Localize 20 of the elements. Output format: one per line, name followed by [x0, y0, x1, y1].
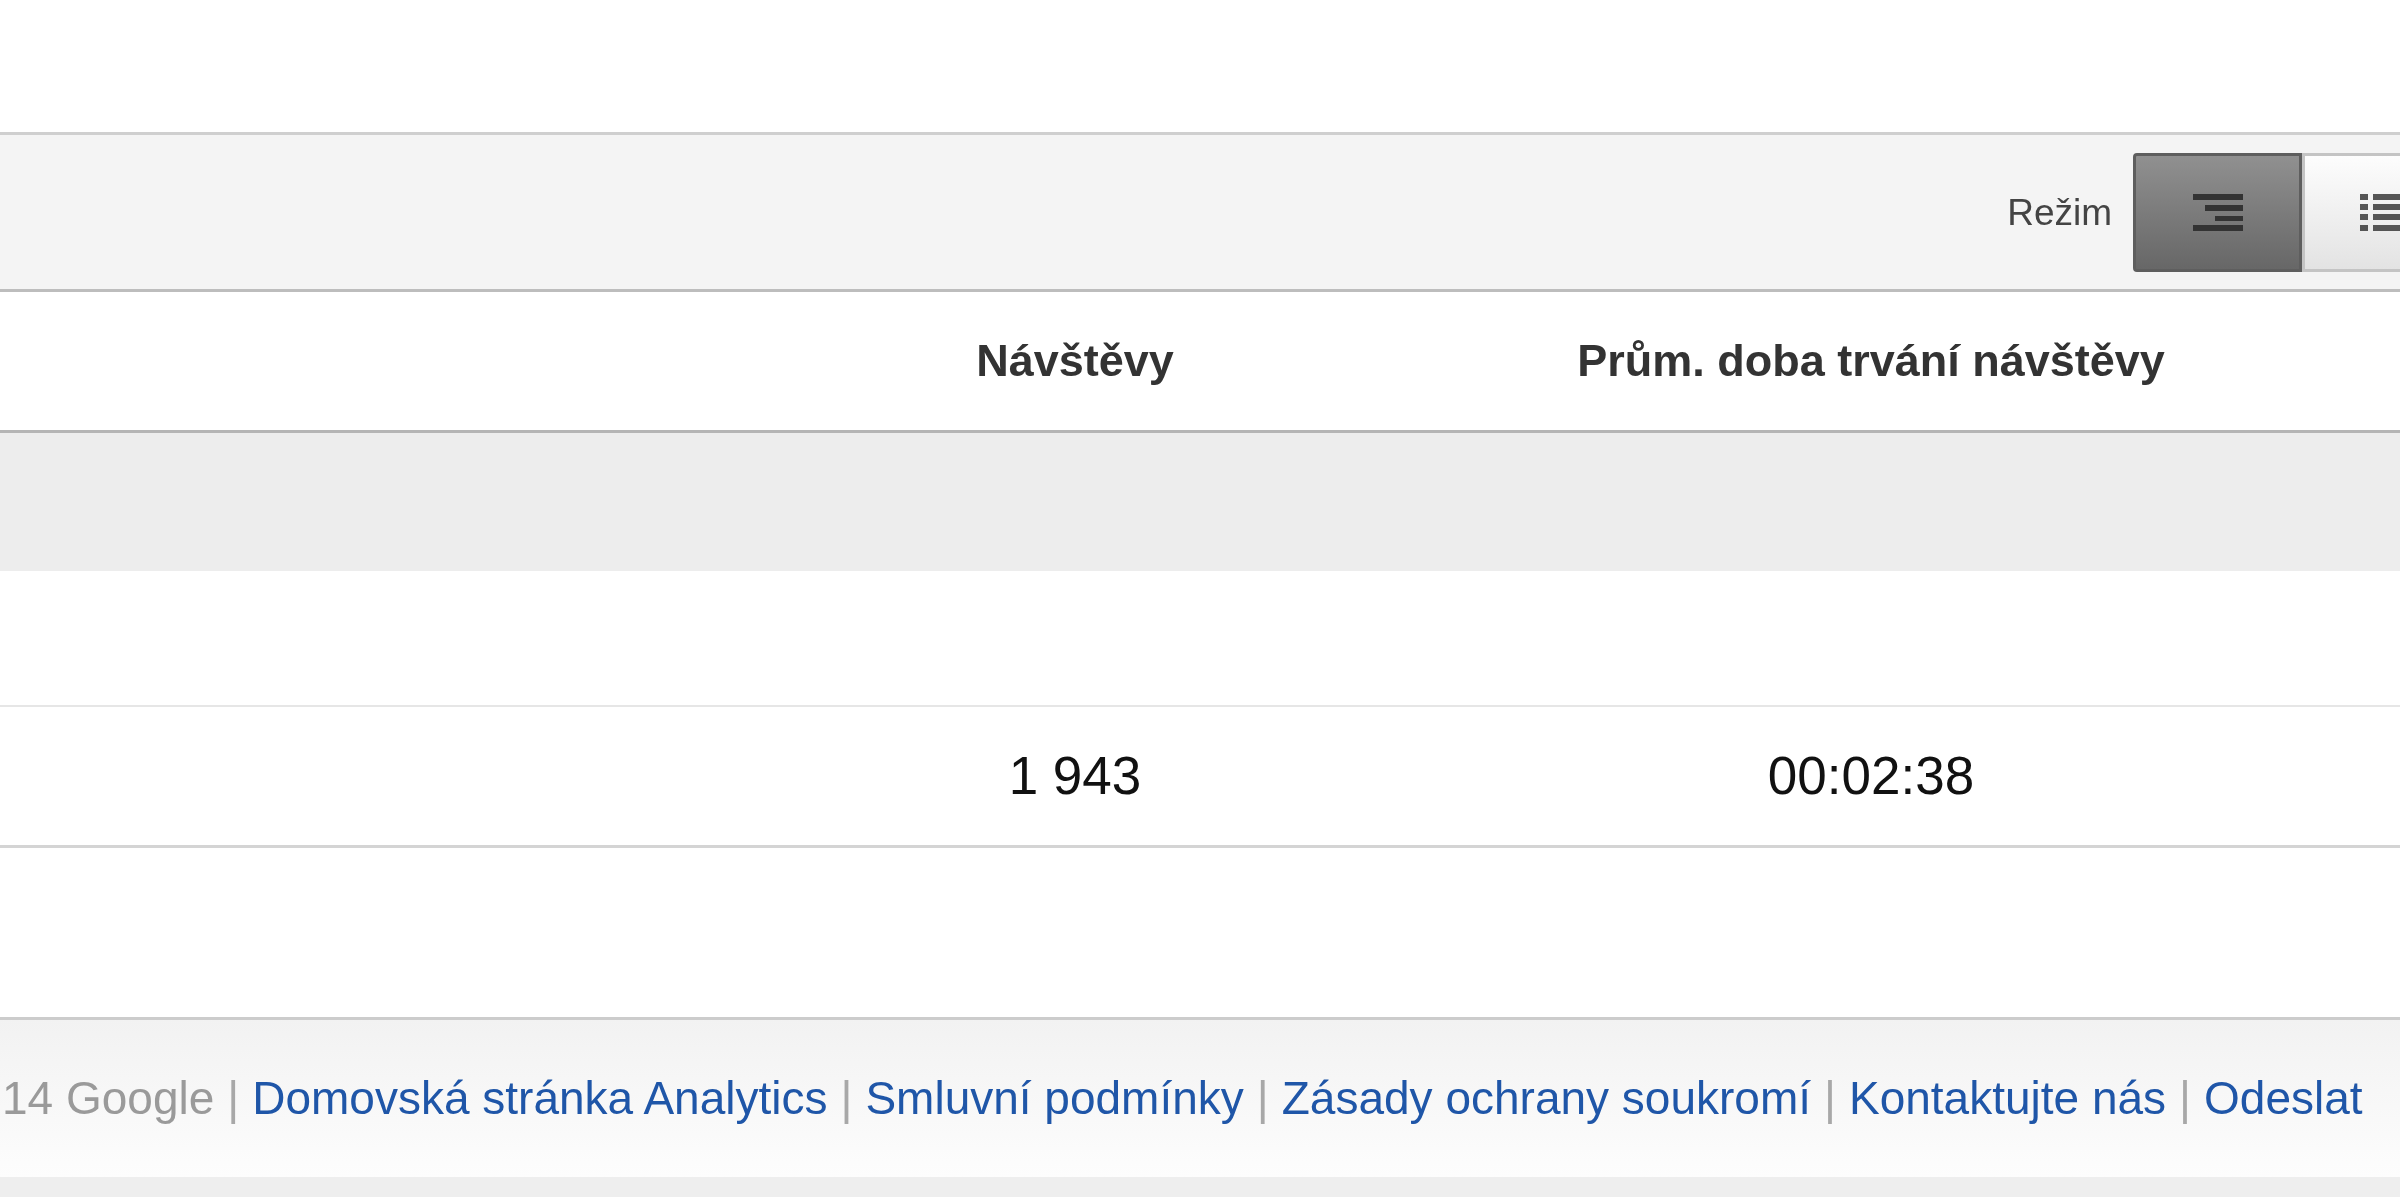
column-header[interactable]: Prům. doba trvání návštěvy	[1577, 336, 2165, 386]
view-mode-button[interactable]	[2302, 152, 2400, 272]
footer-link[interactable]: Smluvní podmínky	[865, 1073, 1244, 1124]
list-icon	[2360, 193, 2400, 231]
table-cell: 00:02:38	[1767, 746, 1975, 806]
footer-link[interactable]: Odeslat	[2204, 1073, 2363, 1124]
copyright-text: 14 Google	[2, 1073, 215, 1124]
mode-label: Režim	[2007, 193, 2112, 231]
separator-text: |	[840, 1073, 853, 1124]
separator-text: |	[1824, 1073, 1836, 1124]
separator-text: |	[2179, 1073, 2191, 1124]
table-cell: 1 943	[1008, 746, 1142, 806]
separator-text: |	[1256, 1073, 1269, 1124]
footer-link[interactable]: Kontaktujte nás	[1848, 1073, 2167, 1124]
indented-lines-icon	[2192, 193, 2243, 231]
footer-link[interactable]: Domovská stránka Analytics	[252, 1073, 828, 1124]
view-mode-button[interactable]	[2133, 152, 2302, 272]
column-header[interactable]: Návštěvy	[976, 336, 1174, 386]
footer-link[interactable]: Zásady ochrany soukromí	[1281, 1073, 1811, 1124]
separator-text: |	[227, 1073, 240, 1124]
